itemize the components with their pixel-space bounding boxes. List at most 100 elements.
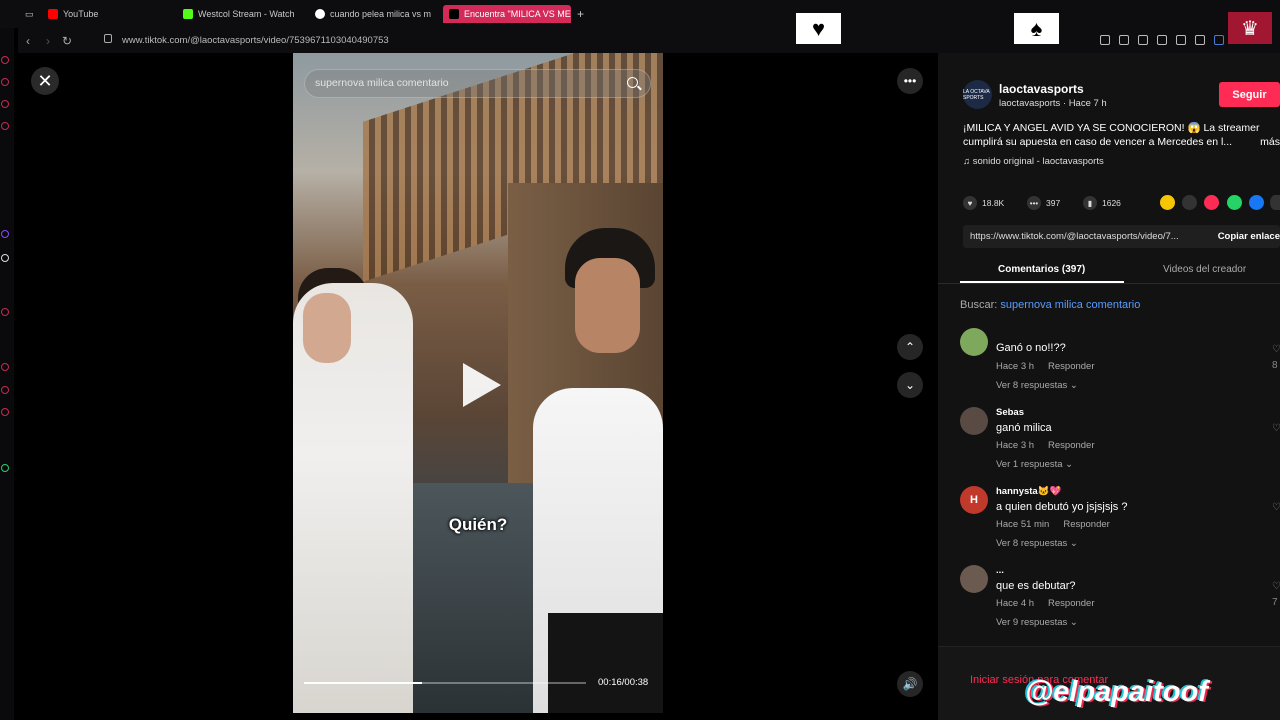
- sidebar-icon[interactable]: [1, 408, 9, 416]
- sidebar-icon[interactable]: [1, 100, 9, 108]
- creator-avatar[interactable]: LA OCTAVA SPORTS: [963, 80, 992, 109]
- code-icon[interactable]: [1182, 195, 1197, 210]
- view-replies-button[interactable]: Ver 8 respuestas ⌄: [996, 380, 1078, 391]
- view-replies-button[interactable]: Ver 8 respuestas ⌄: [996, 538, 1078, 549]
- comment-stat[interactable]: ••• 397: [1027, 196, 1060, 210]
- more-link[interactable]: más: [1260, 135, 1280, 149]
- sidebar-icon[interactable]: [1, 464, 9, 472]
- comment-author[interactable]: Sebas: [996, 407, 1024, 418]
- play-icon[interactable]: [1176, 35, 1186, 45]
- comment-like-icon[interactable]: ♡: [1272, 581, 1280, 592]
- tab-comments[interactable]: Comentarios (397): [998, 264, 1085, 275]
- comment-meta: Hace 3 h Responder: [996, 361, 1095, 372]
- previous-video-button[interactable]: ⌃: [897, 334, 923, 360]
- comment-search-suggestion[interactable]: Buscar: supernova milica comentario: [960, 299, 1140, 311]
- search-icon[interactable]: [627, 77, 638, 88]
- comment-like-icon[interactable]: ♡: [1272, 502, 1280, 513]
- embed-share-icon[interactable]: [1160, 195, 1175, 210]
- browser-tab-bar: ▭ YouTube Westcol Stream - Watch cuando …: [0, 0, 1280, 28]
- whatsapp-icon[interactable]: [1227, 195, 1242, 210]
- comment-like-icon[interactable]: ♡: [1272, 423, 1280, 434]
- browser-sidebar: [0, 28, 14, 720]
- comment-author[interactable]: hannysta🐱💖: [996, 486, 1061, 497]
- video-player[interactable]: supernova milica comentario Quién? 00:16…: [293, 53, 663, 713]
- url-field[interactable]: www.tiktok.com/@laoctavasports/video/753…: [122, 35, 389, 46]
- sidebar-icon[interactable]: [1, 308, 9, 316]
- follow-button[interactable]: Seguir: [1219, 82, 1280, 107]
- more-options-button[interactable]: •••: [897, 68, 923, 94]
- tab-google-search[interactable]: cuando pelea milica vs m: [315, 5, 433, 23]
- comment-meta: Hace 3 h Responder: [996, 440, 1095, 451]
- reply-button[interactable]: Responder: [1048, 361, 1094, 372]
- kick-icon: [183, 9, 193, 19]
- reload-icon[interactable]: ↻: [62, 34, 72, 48]
- sidebar-icon[interactable]: [1, 122, 9, 130]
- comment-time: Hace 3 h: [996, 361, 1035, 372]
- tab-westcol[interactable]: Westcol Stream - Watch: [183, 5, 301, 23]
- tab-creator-videos[interactable]: Videos del creador: [1163, 264, 1246, 275]
- share-arrow-icon[interactable]: [1270, 195, 1280, 210]
- browser-menu-icon[interactable]: ▭: [25, 5, 34, 23]
- extension-icon[interactable]: [1100, 35, 1110, 45]
- comment-author[interactable]: ...: [996, 565, 1004, 576]
- video-caption: Quién?: [448, 515, 508, 534]
- play-icon[interactable]: [463, 363, 501, 407]
- heart-icon[interactable]: [1195, 35, 1205, 45]
- comment-count: 397: [1046, 198, 1061, 208]
- new-tab-button[interactable]: +: [577, 5, 584, 23]
- twitch-icon[interactable]: [1, 230, 9, 238]
- like-stat[interactable]: ♥ 18.8K: [963, 196, 1004, 210]
- share-link[interactable]: https://www.tiktok.com/@laoctavasports/v…: [970, 231, 1179, 242]
- close-button[interactable]: ✕: [31, 67, 59, 95]
- tab-label: Encuentra "MILICA VS ME: [464, 9, 571, 19]
- video-search-text: supernova milica comentario: [315, 77, 449, 89]
- extension-icon[interactable]: [1214, 35, 1224, 45]
- search-term[interactable]: supernova milica comentario: [1000, 299, 1140, 311]
- send-icon[interactable]: [1204, 195, 1219, 210]
- extension-icon[interactable]: [1119, 35, 1129, 45]
- reply-button[interactable]: Responder: [1048, 598, 1094, 609]
- copy-link-button[interactable]: Copiar enlace: [1218, 231, 1280, 242]
- search-prefix: Buscar:: [960, 299, 1001, 311]
- comment-icon: •••: [1027, 196, 1041, 210]
- tab-tiktok[interactable]: Encuentra "MILICA VS ME: [443, 5, 571, 23]
- comment-text: ganó milica: [996, 422, 1052, 434]
- tab-label: YouTube: [63, 9, 99, 19]
- video-search-bar[interactable]: supernova milica comentario: [304, 69, 651, 98]
- video-progress-bar[interactable]: [304, 682, 586, 684]
- view-replies-button[interactable]: Ver 1 respuesta ⌄: [996, 459, 1073, 470]
- avatar[interactable]: [960, 328, 988, 356]
- chevron-down-icon: ⌄: [904, 378, 916, 392]
- view-replies-button[interactable]: Ver 9 respuestas ⌄: [996, 617, 1078, 628]
- sidebar-icon[interactable]: [1, 386, 9, 394]
- more-icon: •••: [903, 74, 917, 88]
- sidebar-icon[interactable]: [1, 363, 9, 371]
- avatar[interactable]: H: [960, 486, 988, 514]
- avatar[interactable]: [960, 565, 988, 593]
- back-icon[interactable]: ‹: [26, 34, 30, 48]
- next-video-button[interactable]: ⌄: [897, 372, 923, 398]
- creator-name[interactable]: laoctavasports: [999, 82, 1084, 96]
- facebook-icon[interactable]: [1249, 195, 1264, 210]
- sidebar-icon[interactable]: [1, 78, 9, 86]
- translate-icon[interactable]: [1157, 35, 1167, 45]
- forward-icon[interactable]: ›: [46, 34, 50, 48]
- tab-youtube[interactable]: YouTube: [48, 5, 168, 23]
- reply-button[interactable]: Responder: [1048, 440, 1094, 451]
- chevron-up-icon: ⌃: [904, 340, 916, 354]
- comment-meta: Hace 51 min Responder: [996, 519, 1110, 530]
- comment-text: que es debutar?: [996, 580, 1076, 592]
- save-stat[interactable]: ▮ 1626: [1083, 196, 1121, 210]
- x-icon[interactable]: [1, 254, 9, 262]
- heart-overlay-box: ♥: [796, 13, 841, 44]
- volume-button[interactable]: 🔊: [897, 671, 923, 697]
- sound-link[interactable]: ♫ sonido original - laoctavasports: [963, 156, 1104, 167]
- extension-icon[interactable]: [1138, 35, 1148, 45]
- bookmark-icon: ▮: [1083, 196, 1097, 210]
- description-text: ¡MILICA Y ANGEL AVID YA SE CONOCIERON! 😱…: [963, 122, 1260, 148]
- avatar[interactable]: [960, 407, 988, 435]
- sidebar-icon[interactable]: [1, 56, 9, 64]
- heart-icon: ♥: [811, 15, 826, 41]
- reply-button[interactable]: Responder: [1063, 519, 1109, 530]
- comment-like-icon[interactable]: ♡: [1272, 344, 1280, 355]
